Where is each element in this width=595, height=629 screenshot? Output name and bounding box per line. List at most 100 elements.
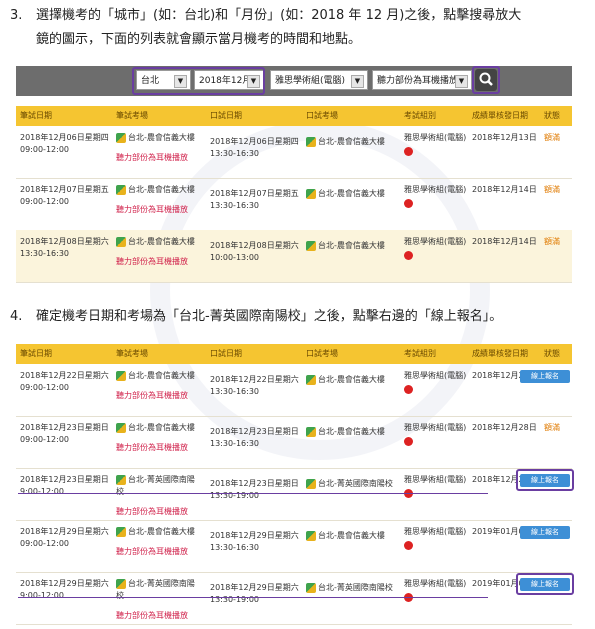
oral-date: 2018年12月23日星期日 [210, 479, 299, 488]
listening-note: 聽力部份為耳機播放 [116, 547, 188, 556]
oral-venue-name[interactable]: 台北-菁英國際南陽校 [318, 583, 393, 592]
written-time: 09:00-12:00 [20, 539, 69, 548]
oral-date-cell: 2018年12月07日星期五 13:30-16:30 [210, 188, 299, 212]
oral-venue-name[interactable]: 台北-農會信義大樓 [318, 531, 385, 540]
oral-venue-cell[interactable]: 台北-農會信義大樓 [306, 136, 396, 148]
oral-venue-cell[interactable]: 台北-農會信義大樓 [306, 530, 396, 542]
written-date-cell: 2018年12月23日星期日 9:00-12:00 [20, 474, 109, 498]
venue-cell[interactable]: 台北-菁英國際南陽校 聽力部份為耳機播放 [116, 474, 202, 518]
module-name: 雅思學術組(電腦) [404, 185, 467, 194]
venue-cell[interactable]: 台北-農會信義大樓聽力部份為耳機播放 [116, 370, 202, 402]
written-date: 2018年12月08日星期六 [20, 237, 109, 246]
oral-venue-name[interactable]: 台北-農會信義大樓 [318, 189, 385, 198]
column-header: 考試組別 [404, 111, 436, 120]
listening-note: 聽力部份為耳機播放 [116, 391, 188, 400]
table-header: 筆試日期 筆試考場 口試日期 口試考場 考試組別 成績單核發日期 狀態 [16, 344, 572, 364]
map-pin-icon [306, 426, 316, 437]
venue-cell[interactable]: 台北-農會信義大樓聽力部份為耳機播放 [116, 236, 202, 268]
computer-icon [404, 437, 413, 446]
table-row: 2018年12月06日星期四 09:00-12:00 台北-農會信義大樓 聽力部份為耳… [16, 126, 572, 179]
table-row: 2018年12月29日星期六 9:00-12:00 台北-菁英國際南陽校 聽力部份為耳… [16, 572, 574, 625]
column-header: 考試組別 [404, 349, 436, 358]
venue-cell[interactable]: 台北-農會信義大樓 聽力部份為耳機播放 [116, 422, 202, 454]
venue-cell[interactable]: 台北-農會信義大樓聽力部份為耳機播放 [116, 526, 202, 558]
map-pin-icon [306, 582, 316, 593]
register-online-button[interactable]: 線上報名 [520, 526, 570, 539]
module-cell: 雅思學術組(電腦) [404, 370, 466, 394]
oral-date: 2018年12月08日星期六 [210, 241, 299, 250]
listening-note: 聽力部份為耳機播放 [116, 153, 188, 162]
venue-name[interactable]: 台北-農會信義大樓 [128, 423, 195, 432]
listening-select[interactable]: 聽力部份為耳機播放 ▼ [372, 70, 472, 90]
oral-date-cell: 2018年12月29日星期六 13:30-16:30 [210, 530, 299, 554]
result-date: 2018年12月14日 [472, 237, 537, 246]
written-date-cell: 2018年12月08日星期六 13:30-16:30 [20, 236, 109, 260]
oral-date: 2018年12月22日星期六 [210, 375, 299, 384]
written-date: 2018年12月29日星期六 [20, 579, 109, 588]
written-date: 2018年12月29日星期六 [20, 527, 109, 536]
register-online-button[interactable]: 線上報名 [520, 370, 570, 383]
venue-name[interactable]: 台北-農會信義大樓 [128, 371, 195, 380]
oral-date-cell: 2018年12月22日星期六 13:30-16:30 [210, 374, 299, 398]
oral-venue-cell[interactable]: 台北-菁英國際南陽校 [306, 582, 396, 594]
written-time: 09:00-12:00 [20, 197, 69, 206]
module-name: 雅思學術組(電腦) [404, 371, 467, 380]
venue-cell[interactable]: 台北-農會信義大樓聽力部份為耳機播放 [116, 132, 202, 164]
map-pin-icon [306, 136, 316, 147]
written-date: 2018年12月07日星期五 [20, 185, 109, 194]
step-number: 4. [10, 309, 23, 324]
venue-name[interactable]: 台北-農會信義大樓 [128, 527, 195, 536]
oral-venue-cell[interactable]: 台北-菁英國際南陽校 [306, 478, 396, 490]
oral-venue-cell[interactable]: 台北-農會信義大樓 [306, 188, 396, 200]
written-time: 9:00-12:00 [20, 487, 64, 496]
column-header: 成績單核發日期 [472, 111, 528, 120]
highlight-register [516, 573, 574, 595]
venue-name[interactable]: 台北-農會信義大樓 [128, 133, 195, 142]
module-name: 雅思學術組(電腦) [404, 423, 467, 432]
table-row: 2018年12月23日星期日 09:00-12:00 台北-農會信義大樓 聽力部份為耳… [16, 416, 572, 469]
table-header: 筆試日期 筆試考場 口試日期 口試考場 考試組別 成績單核發日期 狀態 [16, 106, 572, 126]
module-select[interactable]: 雅思學術組(電腦) ▼ [270, 70, 368, 90]
written-date-cell: 2018年12月23日星期日 09:00-12:00 [20, 422, 109, 446]
oral-venue-name[interactable]: 台北-農會信義大樓 [318, 137, 385, 146]
venue-cell[interactable]: 台北-菁英國際南陽校 聽力部份為耳機播放 [116, 578, 202, 622]
column-header: 口試日期 [210, 111, 242, 120]
listening-value: 聽力部份為耳機播放 [377, 76, 459, 86]
map-pin-icon [306, 188, 316, 199]
computer-icon [404, 541, 413, 550]
module-cell: 雅思學術組(電腦) [404, 422, 466, 446]
oral-date-cell: 2018年12月23日星期日 13:30-16:30 [210, 426, 299, 450]
map-pin-icon [306, 240, 316, 251]
highlight-search [472, 66, 500, 94]
oral-time: 13:30-16:30 [210, 439, 259, 448]
column-header: 筆試考場 [116, 111, 148, 120]
venue-name[interactable]: 台北-農會信義大樓 [128, 185, 195, 194]
oral-venue-name[interactable]: 台北-菁英國際南陽校 [318, 479, 393, 488]
column-header: 筆試考場 [116, 349, 148, 358]
module-name: 雅思學術組(電腦) [404, 527, 467, 536]
map-pin-icon [116, 474, 126, 485]
venue-cell[interactable]: 台北-農會信義大樓 聽力部份為耳機播放 [116, 184, 202, 216]
oral-venue-cell[interactable]: 台北-農會信義大樓 [306, 426, 396, 438]
oral-time: 13:30-16:30 [210, 387, 259, 396]
oral-date-cell: 2018年12月06日星期四 13:30-16:30 [210, 136, 299, 160]
written-date-cell: 2018年12月22日星期六 09:00-12:00 [20, 370, 109, 394]
listening-note: 聽力部份為耳機播放 [116, 257, 188, 266]
venue-name[interactable]: 台北-農會信義大樓 [128, 237, 195, 246]
schedule-table-1: 筆試日期 筆試考場 口試日期 口試考場 考試組別 成績單核發日期 狀態 2018年12月06… [16, 106, 572, 283]
oral-venue-cell[interactable]: 台北-農會信義大樓 [306, 240, 396, 252]
oral-time: 13:30-16:30 [210, 201, 259, 210]
step-text: 確定機考日期和考場為「台北-菁英國際南陽校」之後，點擊右邊的「線上報名」。 [36, 309, 503, 324]
oral-venue-cell[interactable]: 台北-農會信義大樓 [306, 374, 396, 386]
listening-note: 聽力部份為耳機播放 [116, 611, 188, 620]
result-date: 2018年12月13日 [472, 133, 537, 142]
highlight-city-month [132, 67, 265, 95]
oral-venue-name[interactable]: 台北-農會信義大樓 [318, 375, 385, 384]
oral-venue-name[interactable]: 台北-農會信義大樓 [318, 427, 385, 436]
oral-venue-name[interactable]: 台北-農會信義大樓 [318, 241, 385, 250]
oral-time: 10:00-13:00 [210, 253, 259, 262]
oral-time: 13:30-19:00 [210, 595, 259, 604]
table-row: 2018年12月07日星期五 09:00-12:00 台北-農會信義大樓 聽力部份為耳… [16, 178, 572, 231]
map-pin-icon [116, 370, 126, 381]
table-row: 2018年12月29日星期六 09:00-12:00 台北-農會信義大樓聽力部份為耳… [16, 520, 572, 573]
